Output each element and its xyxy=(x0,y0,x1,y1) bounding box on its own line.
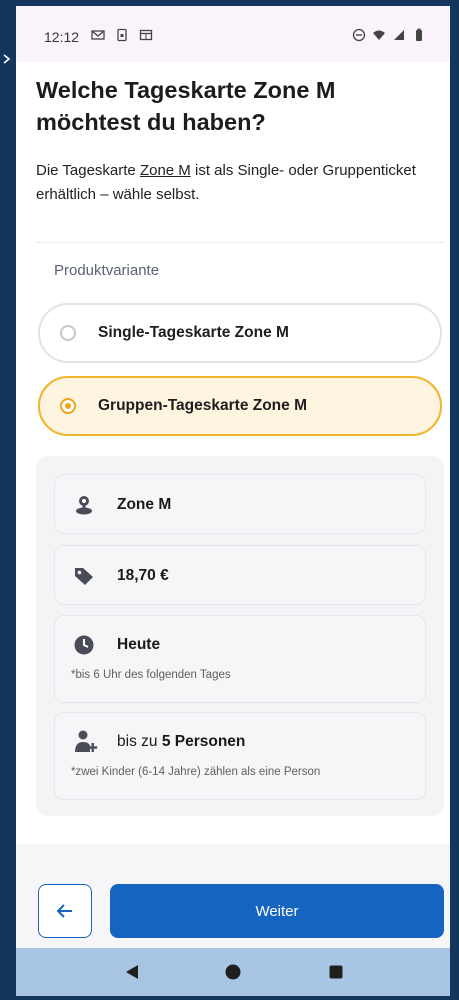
radio-button-selected[interactable] xyxy=(60,398,76,414)
persons-note: *zwei Kinder (6-14 Jahre) zählen als ein… xyxy=(71,766,321,778)
next-button[interactable]: Weiter xyxy=(110,884,444,938)
price-value: 18,70 € xyxy=(117,567,169,584)
detail-price: 18,70 € xyxy=(54,545,426,605)
detail-zone: Zone M xyxy=(54,474,426,534)
page-title: Welche Tageskarte Zone M möchtest du hab… xyxy=(36,77,336,135)
recents-square-icon[interactable] xyxy=(328,964,344,980)
persons-value: bis zu 5 Personen xyxy=(117,733,245,751)
option-label: Gruppen-Tageskarte Zone M xyxy=(98,397,307,414)
map-pin-icon xyxy=(76,496,92,515)
radio-button[interactable] xyxy=(60,325,76,341)
detail-persons: bis zu 5 Personen *zwei Kinder (6-14 Jah… xyxy=(54,712,426,800)
do-not-disturb-icon xyxy=(352,28,366,42)
back-triangle-icon[interactable] xyxy=(124,964,140,980)
intro-text-before: Die Tageskarte xyxy=(36,162,140,179)
status-time: 12:12 xyxy=(44,29,80,45)
arrow-left-icon xyxy=(56,904,72,918)
price-tag-icon xyxy=(75,568,93,585)
persons-prefix: bis zu xyxy=(117,733,162,750)
chevron-right-icon xyxy=(3,54,11,64)
wifi-icon xyxy=(373,30,385,40)
clock-icon xyxy=(74,635,94,655)
validity-value: Heute xyxy=(117,636,161,653)
battery-icon xyxy=(416,28,422,41)
divider xyxy=(36,242,444,243)
product-variant-label: Produktvariante xyxy=(54,262,160,279)
detail-validity: Heute *bis 6 Uhr des folgenden Tages xyxy=(54,615,426,703)
back-button[interactable] xyxy=(38,884,92,938)
sim-icon xyxy=(117,28,127,42)
option-label: Single-Tageskarte Zone M xyxy=(98,324,289,341)
validity-note: *bis 6 Uhr des folgenden Tages xyxy=(71,669,231,681)
signal-icon xyxy=(394,30,404,40)
status-bar: 12:12 xyxy=(16,6,450,62)
calendar-icon xyxy=(139,29,153,41)
home-circle-icon[interactable] xyxy=(225,964,241,980)
ticket-details-panel: Zone M 18,70 € Heute *bis 6 Uhr des folg… xyxy=(36,456,444,816)
option-single-ticket[interactable]: Single-Tageskarte Zone M xyxy=(38,303,442,363)
persons-count: 5 Personen xyxy=(161,733,246,750)
zone-link[interactable]: Zone M xyxy=(140,162,191,179)
zone-value: Zone M xyxy=(117,496,172,513)
add-person-icon xyxy=(75,730,98,752)
app-screen: 12:12 Welche Tageskarte Zone M möchtest … xyxy=(16,6,450,996)
option-group-ticket[interactable]: Gruppen-Tageskarte Zone M xyxy=(38,376,442,436)
gmail-icon xyxy=(91,30,105,40)
system-nav-bar xyxy=(16,948,450,996)
intro-text: Die Tageskarte Zone M ist als Single- od… xyxy=(36,159,436,207)
